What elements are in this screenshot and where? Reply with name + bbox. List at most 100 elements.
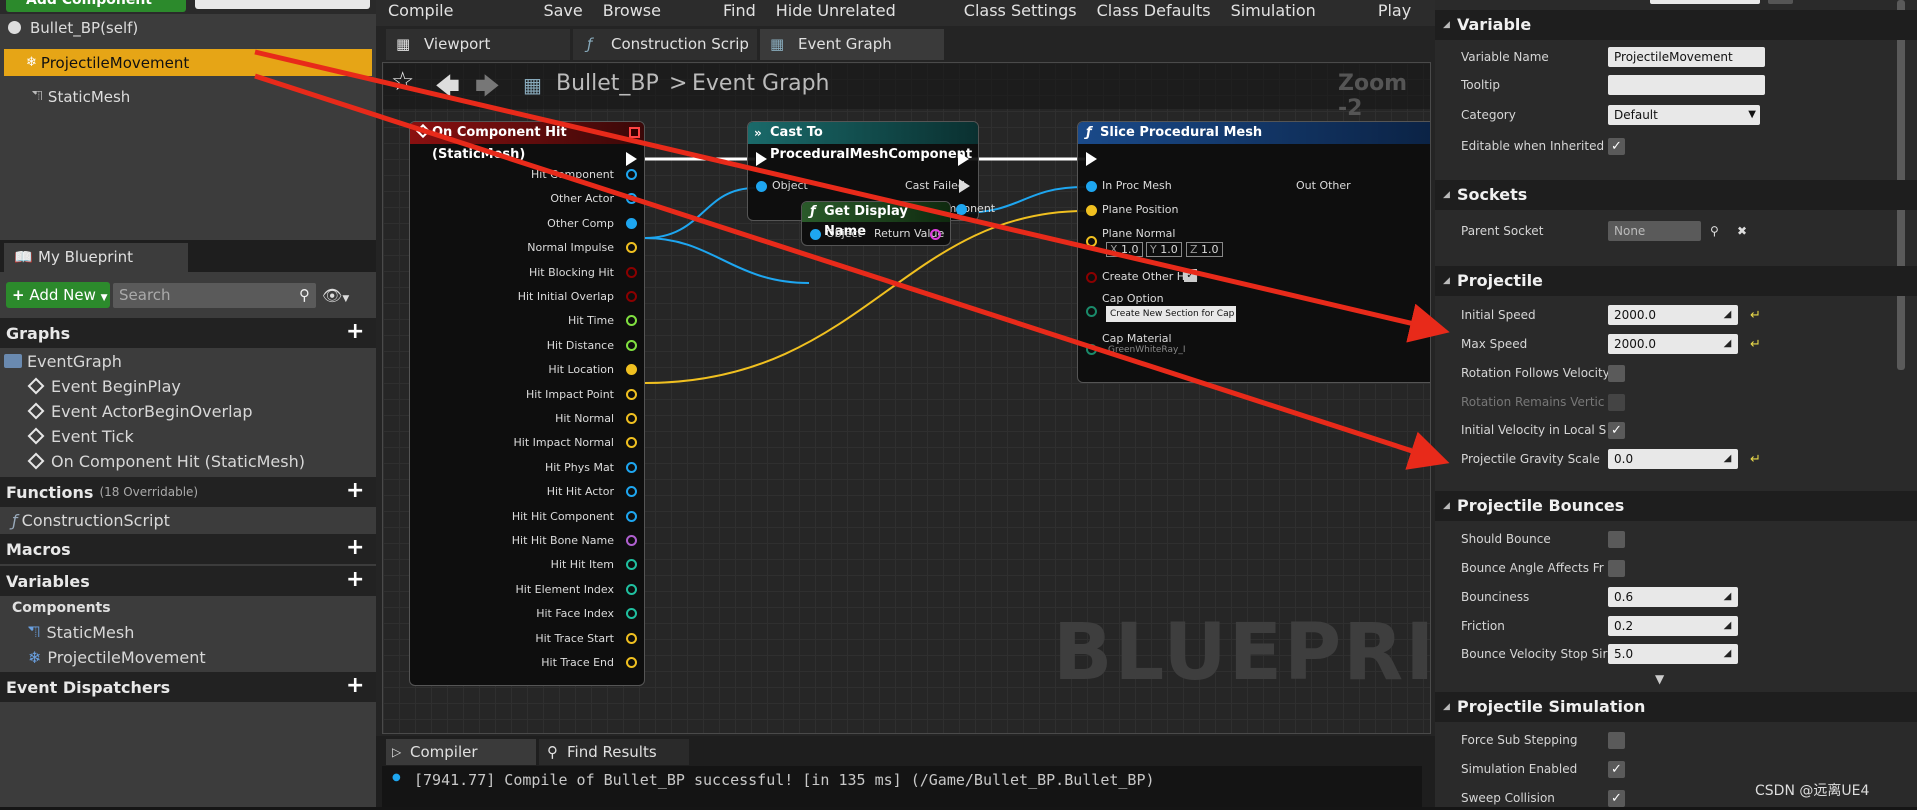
output-pin[interactable]	[626, 559, 637, 571]
event-graph-canvas[interactable]: ☆ 🡄 🡆 ▦ Bullet_BP > Event Graph Zoom -2 …	[382, 62, 1431, 734]
add-macro-button[interactable]: +	[346, 537, 364, 559]
output-pin[interactable]	[626, 242, 637, 254]
friction-input[interactable]: 0.2 ◢	[1608, 616, 1738, 636]
add-variable-button[interactable]: +	[346, 569, 364, 591]
tab-compiler-results[interactable]: ▷Compiler Results	[386, 739, 536, 787]
rotation-remains-checkbox[interactable]	[1608, 393, 1625, 411]
output-pin[interactable]	[626, 583, 637, 595]
class-settings-button[interactable]: Class Settings	[954, 0, 1087, 26]
graphs-category[interactable]: Graphs +	[0, 318, 376, 348]
add-graph-button[interactable]: +	[346, 321, 364, 343]
add-new-button[interactable]: + Add New ▼	[6, 282, 110, 308]
view-options-button[interactable]: 👁▼	[322, 283, 366, 308]
editable-checkbox[interactable]: ✓	[1608, 137, 1625, 155]
output-pin[interactable]	[626, 608, 637, 620]
blueprint-search-input[interactable]: Search ⚲	[113, 283, 316, 308]
tree-item-event-overlap[interactable]: Event ActorBeginOverlap	[0, 399, 376, 423]
create-half-pin[interactable]	[1086, 272, 1097, 283]
tab-construction-script[interactable]: ƒ Construction Scrip	[573, 29, 757, 60]
cap-material-value[interactable]: GreenWhiteRay_I	[1108, 345, 1185, 355]
hide-unrelated-button[interactable]: Hide Unrelated	[766, 0, 906, 26]
clear-icon[interactable]: ✖	[1737, 224, 1747, 238]
output-pin[interactable]	[626, 315, 637, 327]
save-button[interactable]: Save	[533, 0, 592, 26]
tree-item-event-tick[interactable]: Event Tick	[0, 424, 376, 448]
normal-y-field[interactable]: Y 1.0	[1146, 242, 1182, 257]
bounce-angle-checkbox[interactable]	[1608, 559, 1625, 577]
return-value-pin[interactable]	[930, 229, 941, 240]
rotation-follows-checkbox[interactable]	[1608, 364, 1625, 382]
output-pin[interactable]	[626, 388, 637, 400]
compile-button[interactable]: Compile	[378, 0, 463, 26]
output-pin[interactable]	[626, 364, 637, 376]
max-speed-input[interactable]: 2000.0 ◢	[1608, 334, 1738, 354]
tree-item-eventgraph[interactable]: EventGraph	[0, 349, 376, 373]
cast-failed-pin[interactable]	[959, 179, 970, 193]
section-projectile[interactable]: Projectile	[1435, 266, 1917, 296]
event-dispatchers-category[interactable]: Event Dispatchers +	[0, 672, 376, 702]
exec-out-pin[interactable]	[626, 152, 637, 166]
plane-normal-pin[interactable]	[1086, 236, 1097, 247]
details-search-input[interactable]	[1650, 0, 1760, 4]
expand-advanced-icon[interactable]: ▼	[1655, 672, 1664, 686]
output-pin[interactable]	[626, 217, 637, 229]
find-button[interactable]: Find	[713, 0, 766, 26]
stop-sim-input[interactable]: 5.0 ◢	[1608, 644, 1738, 664]
node-get-display-name[interactable]: ƒ Get Display Name Object Return Value	[801, 201, 951, 246]
cap-option-pin[interactable]	[1086, 306, 1097, 317]
in-proc-mesh-pin[interactable]	[1086, 181, 1097, 192]
section-sockets[interactable]: Sockets	[1435, 180, 1917, 210]
node-slice-procedural-mesh[interactable]: ƒ Slice Procedural Mesh In Proc Mesh Out…	[1077, 121, 1430, 383]
tooltip-input[interactable]	[1608, 75, 1765, 95]
force-sub-checkbox[interactable]	[1608, 731, 1625, 749]
section-variable[interactable]: Variable	[1435, 10, 1917, 40]
variables-category[interactable]: Variables +	[0, 566, 376, 596]
initial-speed-input[interactable]: 2000.0 ◢	[1608, 305, 1738, 325]
output-pin[interactable]	[626, 486, 637, 498]
create-half-checkbox[interactable]: ✓	[1184, 269, 1197, 282]
as-proc-pin[interactable]	[956, 204, 967, 215]
section-projectile-bounces[interactable]: Projectile Bounces	[1435, 491, 1917, 521]
add-function-button[interactable]: +	[346, 480, 364, 502]
exec-out-pin[interactable]	[958, 152, 969, 166]
output-pin[interactable]	[626, 291, 637, 302]
variable-name-input[interactable]: ProjectileMovement	[1608, 47, 1765, 67]
browse-button[interactable]: Browse	[593, 0, 671, 26]
output-pin[interactable]	[626, 169, 637, 180]
category-dropdown[interactable]: Default ▼	[1608, 105, 1760, 125]
var-item-projectilemovement[interactable]: ❄ ProjectileMovement	[0, 645, 376, 669]
cap-material-pin[interactable]	[1086, 344, 1097, 355]
output-pin[interactable]	[626, 657, 637, 668]
object-pin[interactable]	[756, 181, 767, 192]
exec-in-pin[interactable]	[1086, 152, 1097, 166]
parent-socket-field[interactable]: None	[1608, 221, 1701, 241]
macros-category[interactable]: Macros +	[0, 534, 376, 564]
sweep-collision-checkbox[interactable]: ✓	[1608, 789, 1625, 807]
reset-arrow-icon[interactable]: ↵	[1750, 452, 1761, 467]
component-item-staticmesh[interactable]: ⛠ StaticMesh	[0, 83, 376, 110]
tree-item-construction-script[interactable]: ƒ ConstructionScript	[0, 508, 376, 532]
output-pin[interactable]	[626, 632, 637, 644]
component-search-input[interactable]	[195, 0, 370, 9]
play-button[interactable]: Play	[1368, 0, 1421, 26]
view-options-button[interactable]	[1768, 0, 1793, 4]
class-defaults-button[interactable]: Class Defaults	[1087, 0, 1221, 26]
plane-position-pin[interactable]	[1086, 205, 1097, 216]
output-pin[interactable]	[626, 413, 637, 424]
functions-category[interactable]: Functions (18 Overridable) +	[0, 477, 376, 507]
cap-option-dropdown[interactable]: Create New Section for Cap	[1106, 306, 1236, 322]
gravity-scale-input[interactable]: 0.0 ◢	[1608, 449, 1738, 469]
exec-in-pin[interactable]	[756, 152, 767, 166]
reset-arrow-icon[interactable]: ↵	[1750, 337, 1761, 352]
output-pin[interactable]	[626, 535, 637, 546]
simulation-button[interactable]: Simulation	[1221, 0, 1326, 26]
output-pin[interactable]	[626, 266, 637, 278]
tab-find-results[interactable]: ⚲ Find Results	[539, 739, 689, 765]
should-bounce-checkbox[interactable]	[1608, 530, 1625, 548]
normal-z-field[interactable]: Z 1.0	[1186, 242, 1223, 257]
output-pin[interactable]	[626, 437, 637, 449]
output-pin[interactable]	[626, 339, 637, 351]
component-item-self[interactable]: Bullet_BP(self)	[0, 14, 376, 41]
tab-viewport[interactable]: ▦ Viewport	[386, 29, 570, 60]
delegate-pin[interactable]	[629, 127, 640, 138]
